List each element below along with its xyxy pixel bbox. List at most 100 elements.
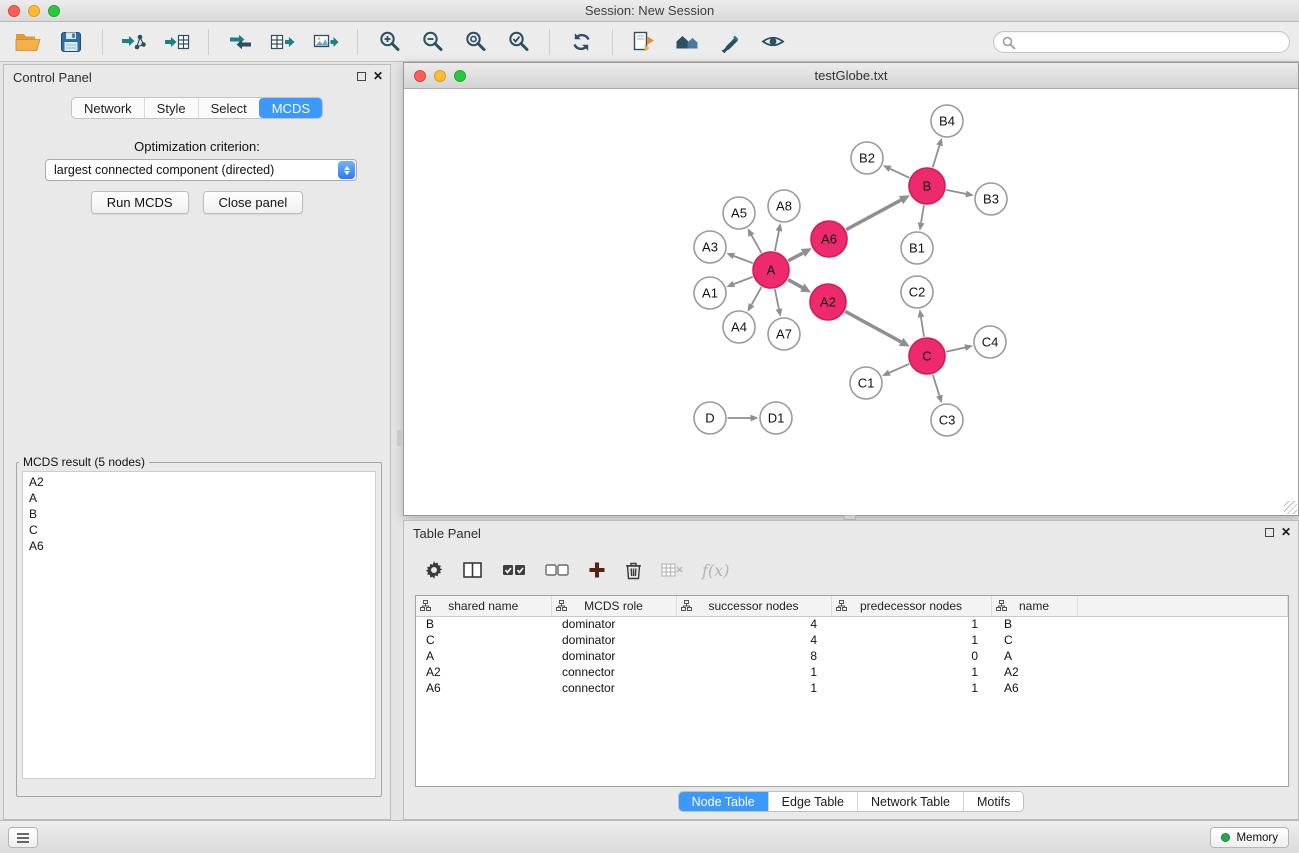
float-panel-icon[interactable] <box>357 72 366 81</box>
tab-network-table[interactable]: Network Table <box>857 792 963 811</box>
delete-table-button[interactable] <box>661 562 683 578</box>
table-row[interactable]: A2connector11A2 <box>416 664 1288 680</box>
table-settings-button[interactable] <box>424 560 444 580</box>
graph-edge-A-A5[interactable] <box>748 228 762 253</box>
close-panel-icon[interactable]: ✕ <box>1281 525 1291 539</box>
style-brush-button[interactable] <box>710 27 750 57</box>
show-hide-panel-button[interactable] <box>753 27 793 57</box>
open-session-button[interactable] <box>8 27 48 57</box>
graph-node-B1[interactable]: B1 <box>901 232 933 264</box>
run-mcds-button[interactable]: Run MCDS <box>91 191 189 214</box>
graph-node-A1[interactable]: A1 <box>694 277 726 309</box>
tab-node-table[interactable]: Node Table <box>679 792 768 811</box>
graph-edge-C-C4[interactable] <box>946 344 973 352</box>
tab-select[interactable]: Select <box>198 98 259 118</box>
select-all-button[interactable] <box>502 563 526 577</box>
zoom-fit-button[interactable] <box>455 27 495 57</box>
graph-edge-A-A3[interactable] <box>726 253 752 263</box>
zoom-in-button[interactable] <box>369 27 409 57</box>
column-header-successor-nodes[interactable]: successor nodes <box>676 596 831 616</box>
tab-edge-table[interactable]: Edge Table <box>768 792 857 811</box>
delete-column-button[interactable] <box>625 561 642 580</box>
mcds-result-item[interactable]: A6 <box>23 538 375 554</box>
graph-edge-B-B1[interactable] <box>918 205 925 230</box>
float-panel-icon[interactable] <box>1265 528 1274 537</box>
column-header-shared-name[interactable]: shared name <box>416 596 551 616</box>
graph-node-A7[interactable]: A7 <box>768 318 800 350</box>
refresh-view-button[interactable] <box>561 27 601 57</box>
deselect-all-button[interactable] <box>545 563 569 577</box>
export-table-button[interactable] <box>263 27 303 57</box>
import-network-button[interactable] <box>114 27 154 57</box>
column-header-predecessor-nodes[interactable]: predecessor nodes <box>831 596 991 616</box>
zoom-out-button[interactable] <box>412 27 452 57</box>
memory-button[interactable]: Memory <box>1210 827 1289 848</box>
graph-node-C1[interactable]: C1 <box>850 367 882 399</box>
graph-node-A2[interactable]: A2 <box>810 284 846 320</box>
graph-node-A4[interactable]: A4 <box>723 311 755 343</box>
search-field[interactable] <box>993 31 1290 53</box>
save-session-button[interactable] <box>51 27 91 57</box>
tab-mcds[interactable]: MCDS <box>259 98 322 118</box>
column-header-mcds-role[interactable]: MCDS role <box>551 596 676 616</box>
graph-edge-C-C1[interactable] <box>882 364 909 376</box>
graph-node-B2[interactable]: B2 <box>851 142 883 174</box>
table-row[interactable]: Cdominator41C <box>416 632 1288 648</box>
graph-node-A[interactable]: A <box>753 252 789 288</box>
table-row[interactable]: A6connector11A6 <box>416 680 1288 696</box>
table-row[interactable]: Bdominator41B <box>416 616 1288 632</box>
graph-node-B[interactable]: B <box>909 168 945 204</box>
graph-edge-A-A1[interactable] <box>726 277 752 287</box>
network-window-titlebar[interactable]: testGlobe.txt <box>404 63 1298 89</box>
export-network-button[interactable] <box>220 27 260 57</box>
export-document-button[interactable] <box>624 27 664 57</box>
mcds-result-item[interactable]: B <box>23 506 375 522</box>
graph-edge-A-A2[interactable] <box>788 280 811 293</box>
graph-node-C[interactable]: C <box>909 338 945 374</box>
graph-node-A3[interactable]: A3 <box>694 231 726 263</box>
tab-network[interactable]: Network <box>72 98 144 118</box>
mcds-result-item[interactable]: A2 <box>23 474 375 490</box>
mcds-result-item[interactable]: A <box>23 490 375 506</box>
graph-node-A6[interactable]: A6 <box>811 221 847 257</box>
graph-edge-A2-C[interactable] <box>845 311 910 346</box>
close-panel-icon[interactable]: ✕ <box>373 69 383 83</box>
criterion-dropdown[interactable]: largest connected component (directed) <box>45 159 357 181</box>
graph-edge-C-C2[interactable] <box>918 309 925 336</box>
graph-node-A5[interactable]: A5 <box>723 197 755 229</box>
close-panel-button[interactable]: Close panel <box>203 191 304 214</box>
graph-node-C3[interactable]: C3 <box>931 404 963 436</box>
mcds-result-item[interactable]: C <box>23 522 375 538</box>
column-header-name[interactable]: name <box>991 596 1077 616</box>
zoom-selected-button[interactable] <box>498 27 538 57</box>
export-image-button[interactable] <box>306 27 346 57</box>
graph-edge-D-D1[interactable] <box>728 415 759 422</box>
graph-edge-B-B2[interactable] <box>883 165 909 177</box>
function-builder-button[interactable]: f(x) <box>702 561 729 580</box>
task-history-button[interactable] <box>8 827 38 848</box>
graph-edge-A-A7[interactable] <box>775 289 782 317</box>
divider-handle[interactable] <box>397 430 403 446</box>
table-row[interactable]: Adominator80A <box>416 648 1288 664</box>
show-columns-button[interactable] <box>463 561 483 579</box>
graph-edge-C-C3[interactable] <box>933 375 943 404</box>
graph-node-B4[interactable]: B4 <box>931 105 963 137</box>
network-overview-button[interactable] <box>667 27 707 57</box>
graph-edge-A-A6[interactable] <box>788 248 812 261</box>
graph-node-B3[interactable]: B3 <box>975 183 1007 215</box>
tab-motifs[interactable]: Motifs <box>963 792 1023 811</box>
network-canvas-svg[interactable]: B4 B2 B B3 A5 A8 A6 A3 B1 A A1 C2 A2 A4 A7 C4 C C1 C3 D D1 <box>404 89 1298 515</box>
graph-node-C4[interactable]: C4 <box>974 326 1006 358</box>
graph-node-A8[interactable]: A8 <box>768 190 800 222</box>
graph-node-D1[interactable]: D1 <box>760 402 792 434</box>
resize-grip-icon[interactable] <box>1284 501 1297 514</box>
graph-edge-B-B4[interactable] <box>933 138 943 168</box>
search-input[interactable] <box>994 32 1289 52</box>
graph-node-C2[interactable]: C2 <box>901 276 933 308</box>
add-column-button[interactable] <box>588 561 606 579</box>
graph-edge-A-A4[interactable] <box>748 287 762 312</box>
graph-edge-A6-B[interactable] <box>846 195 910 229</box>
tab-style[interactable]: Style <box>144 98 198 118</box>
graph-edge-B-B3[interactable] <box>946 190 974 197</box>
graph-node-D[interactable]: D <box>694 402 726 434</box>
